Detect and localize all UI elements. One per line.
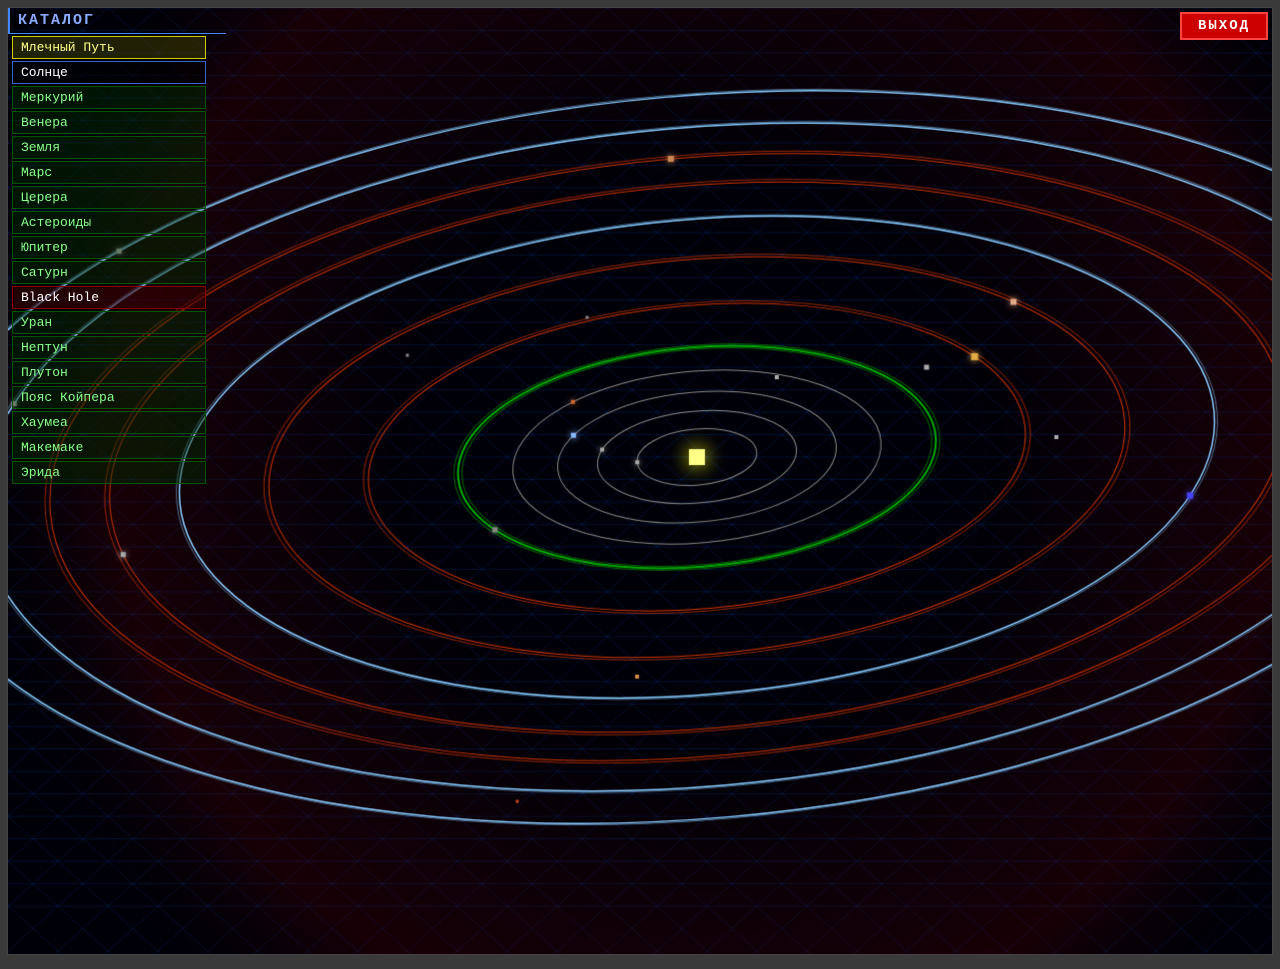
sidebar-item-pluto[interactable]: Плутон: [12, 361, 206, 384]
sidebar-item-venus[interactable]: Венера: [12, 111, 206, 134]
sidebar-item-milky-way[interactable]: Млечный Путь: [12, 36, 206, 59]
sidebar-item-haumea[interactable]: Хаумеа: [12, 411, 206, 434]
sidebar-item-uranus[interactable]: Уран: [12, 311, 206, 334]
catalog-header: КАТАЛОГ: [8, 8, 226, 34]
sidebar: КАТАЛОГ Млечный ПутьСолнцеМеркурийВенера…: [8, 8, 226, 954]
sidebar-item-jupiter[interactable]: Юпитер: [12, 236, 206, 259]
sidebar-item-saturn[interactable]: Сатурн: [12, 261, 206, 284]
sidebar-item-makemake[interactable]: Макемаке: [12, 436, 206, 459]
sidebar-item-mercury[interactable]: Меркурий: [12, 86, 206, 109]
sidebar-item-blackhole[interactable]: Black Hole: [12, 286, 206, 309]
sidebar-item-earth[interactable]: Земля: [12, 136, 206, 159]
sidebar-item-asteroids[interactable]: Астероиды: [12, 211, 206, 234]
sidebar-item-ceres[interactable]: Церера: [12, 186, 206, 209]
sidebar-item-kuiper[interactable]: Пояс Койпера: [12, 386, 206, 409]
sidebar-item-neptune[interactable]: Нептун: [12, 336, 206, 359]
catalog-list: Млечный ПутьСолнцеМеркурийВенераЗемляМар…: [8, 36, 226, 484]
sidebar-item-mars[interactable]: Марс: [12, 161, 206, 184]
sidebar-item-sun[interactable]: Солнце: [12, 61, 206, 84]
main-container: КАТАЛОГ Млечный ПутьСолнцеМеркурийВенера…: [7, 7, 1273, 955]
exit-button[interactable]: ВЫХОД: [1180, 12, 1268, 40]
sidebar-item-eris[interactable]: Эрида: [12, 461, 206, 484]
